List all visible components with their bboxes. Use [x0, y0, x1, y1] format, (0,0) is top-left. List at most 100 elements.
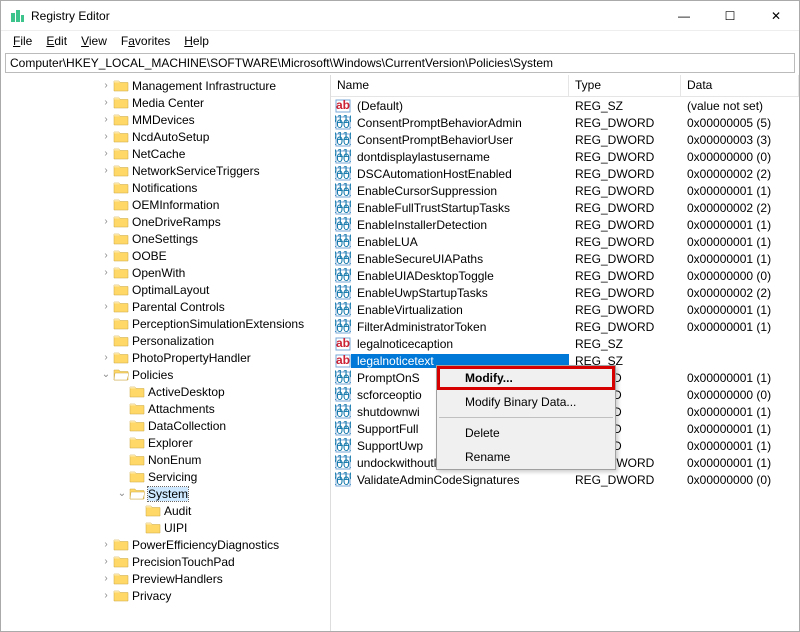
- tree-node[interactable]: ›Privacy: [3, 587, 330, 604]
- address-bar[interactable]: Computer\HKEY_LOCAL_MACHINE\SOFTWARE\Mic…: [5, 53, 795, 73]
- expander-icon[interactable]: ›: [99, 80, 113, 91]
- col-data[interactable]: Data: [681, 75, 799, 96]
- expander-icon[interactable]: ›: [99, 216, 113, 227]
- value-type: REG_DWORD: [569, 320, 681, 334]
- value-row[interactable]: EnableVirtualizationREG_DWORD0x00000001 …: [331, 301, 799, 318]
- expander-icon[interactable]: ›: [99, 131, 113, 142]
- value-row[interactable]: EnableLUAREG_DWORD0x00000001 (1): [331, 233, 799, 250]
- tree-node[interactable]: ›PowerEfficiencyDiagnostics: [3, 536, 330, 553]
- tree-label: NetworkServiceTriggers: [132, 164, 260, 178]
- tree-node[interactable]: DataCollection: [3, 417, 330, 434]
- value-data: 0x00000001 (1): [681, 252, 799, 266]
- col-name[interactable]: Name: [331, 75, 569, 96]
- expander-icon[interactable]: ›: [99, 590, 113, 601]
- expander-icon[interactable]: ⌄: [99, 369, 113, 380]
- close-button[interactable]: ✕: [753, 1, 799, 31]
- expander-icon[interactable]: ›: [99, 114, 113, 125]
- minimize-button[interactable]: —: [661, 1, 707, 31]
- tree-node[interactable]: › NcdAutoSetup: [3, 128, 330, 145]
- maximize-button[interactable]: ☐: [707, 1, 753, 31]
- value-row[interactable]: EnableSecureUIAPathsREG_DWORD0x00000001 …: [331, 250, 799, 267]
- value-row[interactable]: DSCAutomationHostEnabledREG_DWORD0x00000…: [331, 165, 799, 182]
- folder-icon: [129, 470, 145, 483]
- expander-icon[interactable]: ›: [99, 301, 113, 312]
- context-delete[interactable]: Delete: [437, 421, 615, 445]
- tree-node[interactable]: ›MMDevices: [3, 111, 330, 128]
- value-row[interactable]: EnableCursorSuppressionREG_DWORD0x000000…: [331, 182, 799, 199]
- context-modify-binary[interactable]: Modify Binary Data...: [437, 390, 615, 414]
- tree-node[interactable]: Personalization: [3, 332, 330, 349]
- tree-node[interactable]: Explorer: [3, 434, 330, 451]
- value-row[interactable]: EnableUwpStartupTasksREG_DWORD0x00000002…: [331, 284, 799, 301]
- tree-node[interactable]: ›OneDriveRamps: [3, 213, 330, 230]
- tree-node[interactable]: Attachments: [3, 400, 330, 417]
- context-modify[interactable]: Modify...: [437, 366, 615, 390]
- tree-node[interactable]: ›PhotoPropertyHandler: [3, 349, 330, 366]
- value-row[interactable]: dontdisplaylastusernameREG_DWORD0x000000…: [331, 148, 799, 165]
- menu-favorites[interactable]: Favorites: [115, 32, 176, 50]
- value-row[interactable]: ConsentPromptBehaviorUserREG_DWORD0x0000…: [331, 131, 799, 148]
- expander-icon[interactable]: ›: [99, 267, 113, 278]
- tree-node[interactable]: ›Parental Controls: [3, 298, 330, 315]
- expander-icon[interactable]: ›: [99, 573, 113, 584]
- string-value-icon: [335, 98, 351, 114]
- folder-icon: [113, 589, 129, 602]
- tree-label: OptimalLayout: [132, 283, 209, 297]
- expander-icon[interactable]: ›: [99, 556, 113, 567]
- menu-edit[interactable]: Edit: [40, 32, 73, 50]
- value-row[interactable]: FilterAdministratorTokenREG_DWORD0x00000…: [331, 318, 799, 335]
- value-row[interactable]: ValidateAdminCodeSignaturesREG_DWORD0x00…: [331, 471, 799, 488]
- tree-node[interactable]: ›OOBE: [3, 247, 330, 264]
- value-row[interactable]: (Default)REG_SZ(value not set): [331, 97, 799, 114]
- value-type: REG_DWORD: [569, 167, 681, 181]
- list-header: Name Type Data: [331, 75, 799, 97]
- value-row[interactable]: EnableInstallerDetectionREG_DWORD0x00000…: [331, 216, 799, 233]
- tree-node[interactable]: ›PrecisionTouchPad: [3, 553, 330, 570]
- tree-node[interactable]: Notifications: [3, 179, 330, 196]
- expander-icon[interactable]: ›: [99, 148, 113, 159]
- tree-label: NcdAutoSetup: [132, 130, 209, 144]
- value-data: (value not set): [681, 99, 799, 113]
- context-rename[interactable]: Rename: [437, 445, 615, 469]
- expander-icon[interactable]: ›: [99, 539, 113, 550]
- tree-node[interactable]: ›Media Center: [3, 94, 330, 111]
- tree-node[interactable]: PerceptionSimulationExtensions: [3, 315, 330, 332]
- value-row[interactable]: legalnoticecaptionREG_SZ: [331, 335, 799, 352]
- menu-file[interactable]: File: [7, 32, 38, 50]
- tree-node[interactable]: ›Management Infrastructure: [3, 77, 330, 94]
- expander-icon[interactable]: ›: [99, 165, 113, 176]
- tree-pane[interactable]: ›Management Infrastructure›Media Center›…: [1, 75, 331, 631]
- tree-node[interactable]: ›NetCache: [3, 145, 330, 162]
- tree-node[interactable]: Audit: [3, 502, 330, 519]
- tree-node[interactable]: OneSettings: [3, 230, 330, 247]
- expander-icon[interactable]: ›: [99, 250, 113, 261]
- values-pane[interactable]: Name Type Data (Default)REG_SZ(value not…: [331, 75, 799, 631]
- col-type[interactable]: Type: [569, 75, 681, 96]
- value-name: EnableUIADesktopToggle: [351, 269, 569, 283]
- value-row[interactable]: ConsentPromptBehaviorAdminREG_DWORD0x000…: [331, 114, 799, 131]
- tree-node[interactable]: ›PreviewHandlers: [3, 570, 330, 587]
- expander-icon[interactable]: ›: [99, 97, 113, 108]
- expander-icon[interactable]: ›: [99, 352, 113, 363]
- value-row[interactable]: EnableFullTrustStartupTasksREG_DWORD0x00…: [331, 199, 799, 216]
- menu-view[interactable]: View: [75, 32, 113, 50]
- tree-node[interactable]: OEMInformation: [3, 196, 330, 213]
- expander-icon[interactable]: ⌄: [115, 488, 129, 499]
- value-name: ValidateAdminCodeSignatures: [351, 473, 569, 487]
- tree-node[interactable]: › NetworkServiceTriggers: [3, 162, 330, 179]
- tree-node[interactable]: ›OpenWith: [3, 264, 330, 281]
- folder-icon: [113, 572, 129, 585]
- tree-node[interactable]: ActiveDesktop: [3, 383, 330, 400]
- tree-node[interactable]: OptimalLayout: [3, 281, 330, 298]
- binary-value-icon: [335, 319, 351, 335]
- folder-icon: [113, 300, 129, 313]
- tree-node[interactable]: ⌄System: [3, 485, 330, 502]
- value-data: 0x00000001 (1): [681, 371, 799, 385]
- menu-help[interactable]: Help: [178, 32, 215, 50]
- tree-node[interactable]: UIPI: [3, 519, 330, 536]
- value-row[interactable]: EnableUIADesktopToggleREG_DWORD0x0000000…: [331, 267, 799, 284]
- tree-node[interactable]: NonEnum: [3, 451, 330, 468]
- tree-node[interactable]: ⌄Policies: [3, 366, 330, 383]
- tree-node[interactable]: Servicing: [3, 468, 330, 485]
- value-type: REG_SZ: [569, 337, 681, 351]
